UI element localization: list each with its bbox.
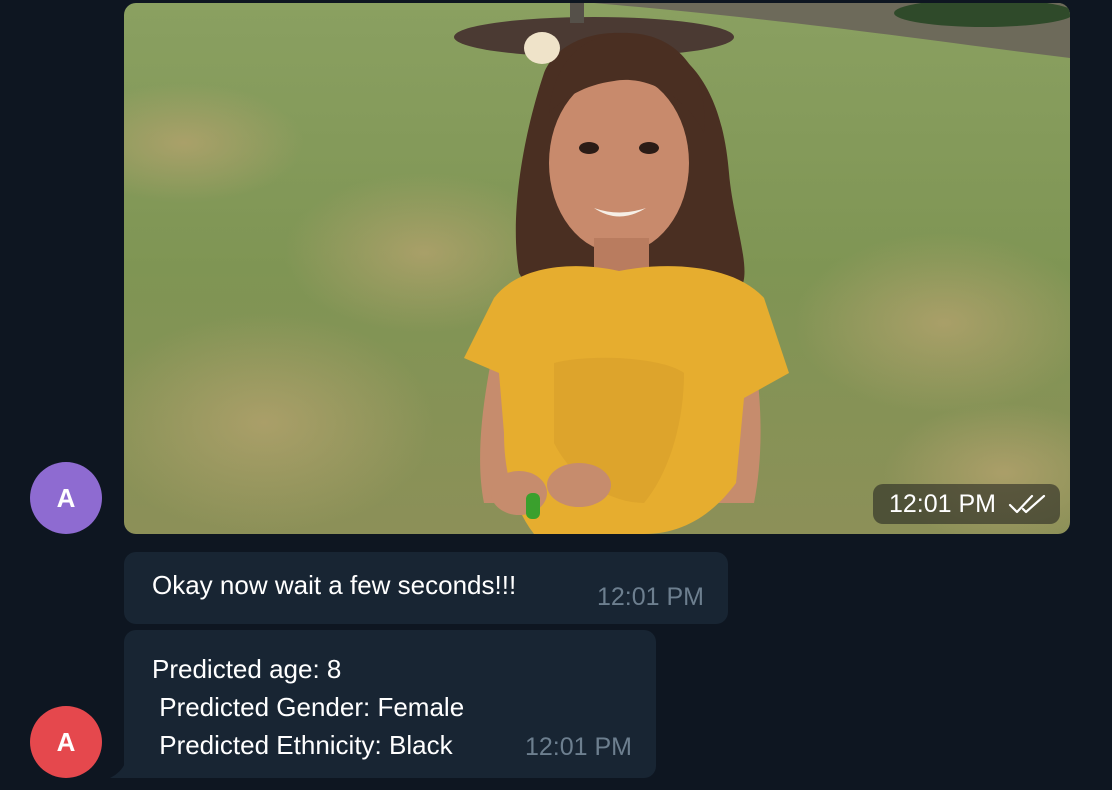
chat-area: 12:01 PM A Okay now wait a few seconds!!… bbox=[0, 0, 1112, 790]
photo-meta: 12:01 PM bbox=[872, 484, 1060, 524]
double-check-icon bbox=[1008, 494, 1046, 514]
avatar[interactable]: A bbox=[30, 462, 102, 534]
photo-message[interactable]: 12:01 PM bbox=[124, 3, 1070, 534]
prediction-age-line: Predicted age: 8 bbox=[152, 654, 342, 684]
prediction-gender-line: Predicted Gender: Female bbox=[152, 692, 465, 722]
message-bubble[interactable]: Okay now wait a few seconds!!! 12:01 PM bbox=[124, 552, 728, 624]
message-text: Okay now wait a few seconds!!! bbox=[152, 570, 517, 600]
bubble-tail bbox=[110, 760, 126, 778]
avatar[interactable]: A bbox=[30, 706, 102, 778]
message-time: 12:01 PM bbox=[524, 733, 632, 761]
message-bubble[interactable]: Predicted age: 8 Predicted Gender: Femal… bbox=[124, 630, 656, 778]
avatar-letter: A bbox=[56, 482, 76, 513]
photo-time: 12:01 PM bbox=[888, 489, 996, 518]
avatar-letter: A bbox=[56, 726, 76, 757]
message-time: 12:01 PM bbox=[596, 583, 704, 611]
photo-image[interactable] bbox=[124, 3, 1070, 534]
